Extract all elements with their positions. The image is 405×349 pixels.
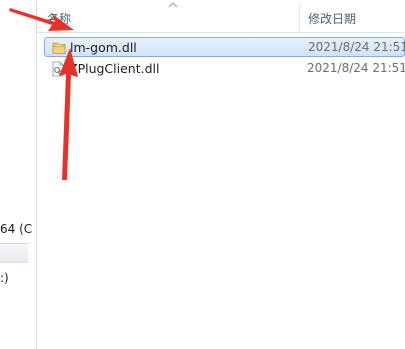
file-name: lm-gom.dll	[70, 40, 137, 55]
column-separator[interactable]	[299, 4, 300, 32]
file-row-selected[interactable]: lm-gom.dll 2021/8/24 21:51	[44, 37, 405, 57]
navigation-pane: 64 (C :)	[0, 0, 37, 349]
file-modified-date: 2021/8/24 21:51	[307, 61, 405, 75]
file-modified-date: 2021/8/24 21:51	[308, 40, 405, 54]
dll-file-icon	[52, 61, 64, 77]
file-row[interactable]: ZPlugClient.dll 2021/8/24 21:51	[44, 59, 405, 79]
nav-drive-label[interactable]: 64 (C	[0, 222, 32, 236]
file-name: ZPlugClient.dll	[69, 61, 160, 76]
column-header-bar: 名称 修改日期	[37, 0, 405, 33]
column-header-name[interactable]: 名称	[47, 10, 71, 27]
nav-separator	[0, 243, 28, 263]
nav-drive-label-2[interactable]: :)	[0, 271, 9, 285]
column-header-date[interactable]: 修改日期	[308, 10, 356, 27]
pane-divider[interactable]	[36, 0, 37, 349]
folder-icon	[52, 42, 66, 54]
sort-ascending-icon	[168, 2, 178, 8]
